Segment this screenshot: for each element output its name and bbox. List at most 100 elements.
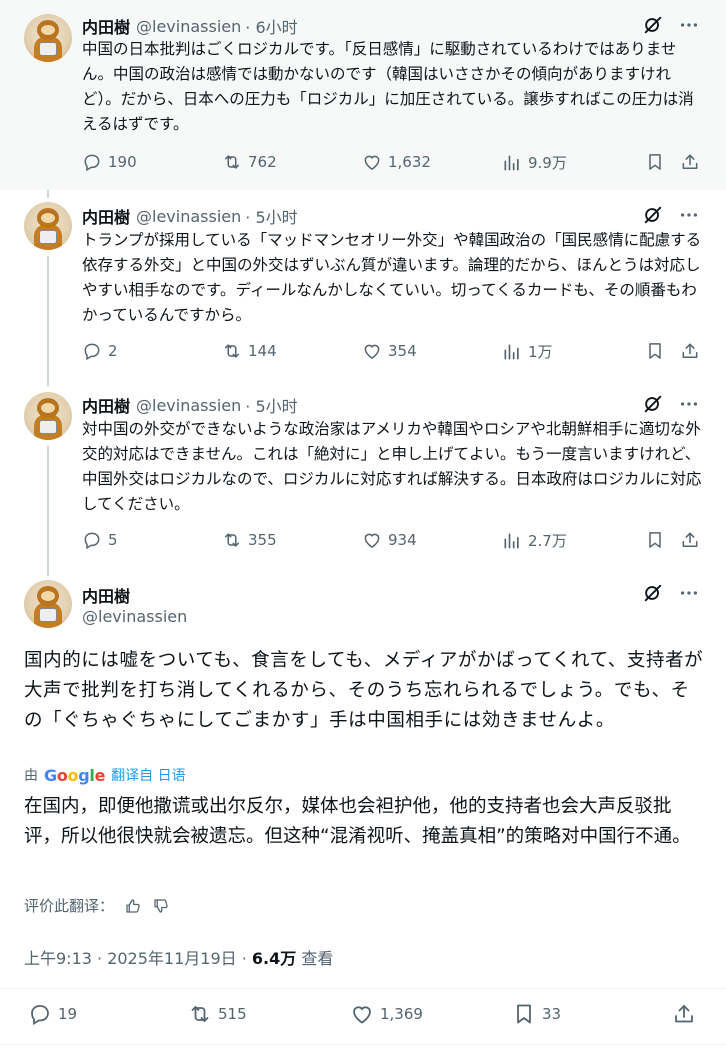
views-button[interactable]: 2.7万 — [502, 530, 567, 551]
like-count: 1,369 — [380, 1005, 423, 1023]
avatar[interactable] — [24, 392, 72, 440]
divider — [0, 988, 726, 989]
reply-count: 19 — [58, 1005, 78, 1023]
avatar[interactable] — [24, 202, 72, 250]
more-icon[interactable] — [678, 204, 700, 226]
tweet-text: 対中国の外交ができないような政治家はアメリカや韓国やロシアや北朝鮮相手に適切な外… — [82, 420, 702, 513]
share-button[interactable] — [672, 1002, 696, 1026]
translated-text: 在国内，即便他撒谎或出尔反尔，媒体也会袒护他，他的支持者也会大声反驳批评，所以他… — [24, 796, 691, 847]
author-handle[interactable]: @levinassien — [136, 207, 241, 226]
reply-button[interactable]: 19 — [28, 1002, 77, 1026]
share-button[interactable] — [680, 341, 700, 361]
translate-source-link[interactable]: 翻译自 日语 — [111, 765, 185, 785]
grok-icon[interactable] — [642, 582, 664, 604]
like-icon — [362, 530, 382, 550]
repost-icon — [222, 530, 242, 550]
tweet-time[interactable]: · 5小时 — [245, 204, 297, 228]
bookmark-icon — [512, 1002, 536, 1026]
like-icon — [362, 152, 382, 172]
reply-button[interactable]: 2 — [82, 341, 118, 361]
views-label: 查看 — [296, 949, 334, 968]
reply-count: 190 — [108, 153, 137, 171]
views-button[interactable]: 1万 — [502, 341, 553, 362]
reply-icon — [82, 341, 102, 361]
more-icon[interactable] — [678, 14, 700, 36]
repost-button[interactable]: 515 — [188, 1002, 247, 1026]
bookmark-icon — [645, 152, 665, 172]
tweet-actions: 190 762 1,632 9.9万 — [82, 152, 702, 174]
bookmark-button[interactable] — [645, 341, 665, 361]
repost-count: 144 — [248, 342, 277, 360]
share-icon — [672, 1002, 696, 1026]
like-count: 934 — [388, 531, 417, 549]
bookmark-button[interactable] — [645, 152, 665, 172]
thumbs-up-icon[interactable] — [124, 897, 142, 915]
like-button[interactable]: 934 — [362, 530, 417, 550]
author-name[interactable]: 内田樹 — [82, 393, 130, 417]
timestamp[interactable]: 上午9:13 · 2025年11月19日 · — [24, 949, 252, 968]
thumbs-down-icon[interactable] — [152, 897, 170, 915]
divider — [0, 1044, 726, 1045]
repost-button[interactable]: 355 — [222, 530, 277, 550]
reply-button[interactable]: 190 — [82, 152, 137, 172]
tweet-time[interactable]: · 5小时 — [245, 393, 297, 417]
views-icon — [502, 153, 522, 173]
author-handle[interactable]: @levinassien — [136, 17, 241, 36]
avatar[interactable] — [24, 14, 72, 62]
thread-tweet[interactable]: 内田樹 @levinassien · 6小时 中国の日本批判はごくロジカルです。… — [0, 0, 726, 190]
repost-icon — [222, 341, 242, 361]
repost-count: 355 — [248, 531, 277, 549]
repost-icon — [188, 1002, 212, 1026]
more-icon[interactable] — [678, 582, 700, 604]
reply-count: 5 — [108, 531, 118, 549]
main-tweet-actions: 19 515 1,369 33 — [24, 1002, 704, 1030]
repost-button[interactable]: 762 — [222, 152, 277, 172]
share-button[interactable] — [680, 152, 700, 172]
tweet-time[interactable]: · 6小时 — [245, 14, 297, 38]
rate-translation: 评价此翻译： — [24, 895, 170, 916]
views-icon — [502, 531, 522, 551]
like-count: 1,632 — [388, 153, 431, 171]
like-button[interactable]: 1,632 — [362, 152, 431, 172]
google-logo: Google — [44, 765, 106, 785]
thread-tweet[interactable]: 内田樹 @levinassien · 5小时 トランプが採用している「マッドマン… — [0, 190, 726, 380]
like-icon — [350, 1002, 374, 1026]
rate-label: 评价此翻译： — [24, 897, 115, 915]
like-button[interactable]: 354 — [362, 341, 417, 361]
bookmark-button[interactable] — [645, 530, 665, 550]
author-name[interactable]: 内田樹 — [82, 583, 130, 607]
like-button[interactable]: 1,369 — [350, 1002, 423, 1026]
more-icon[interactable] — [678, 393, 700, 415]
views-button[interactable]: 9.9万 — [502, 152, 567, 173]
reply-icon — [82, 152, 102, 172]
share-icon — [680, 152, 700, 172]
reply-icon — [82, 530, 102, 550]
author-name[interactable]: 内田樹 — [82, 204, 130, 228]
grok-icon[interactable] — [642, 204, 664, 226]
reply-icon — [28, 1002, 52, 1026]
repost-count: 762 — [248, 153, 277, 171]
views-count: 9.9万 — [528, 154, 567, 172]
repost-count: 515 — [218, 1005, 247, 1023]
share-icon — [680, 530, 700, 550]
tweet-actions: 5 355 934 2.7万 — [82, 530, 702, 552]
thread-tweet[interactable]: 内田樹 @levinassien · 5小时 対中国の外交ができないような政治家… — [0, 380, 726, 570]
author-handle[interactable]: @levinassien — [82, 607, 187, 626]
bookmark-count: 33 — [542, 1005, 562, 1023]
like-count: 354 — [388, 342, 417, 360]
share-icon — [680, 341, 700, 361]
views-count: 2.7万 — [528, 532, 567, 550]
grok-icon[interactable] — [642, 14, 664, 36]
avatar[interactable] — [24, 580, 72, 628]
bookmark-button[interactable]: 33 — [512, 1002, 561, 1026]
bookmark-icon — [645, 530, 665, 550]
share-button[interactable] — [680, 530, 700, 550]
views-total: 6.4万 — [251, 949, 297, 968]
author-name[interactable]: 内田樹 — [82, 14, 130, 38]
repost-icon — [222, 152, 242, 172]
repost-button[interactable]: 144 — [222, 341, 277, 361]
tweet-meta: 上午9:13 · 2025年11月19日 · 6.4万 查看 — [24, 945, 333, 969]
author-handle[interactable]: @levinassien — [136, 396, 241, 415]
reply-button[interactable]: 5 — [82, 530, 118, 550]
grok-icon[interactable] — [642, 393, 664, 415]
